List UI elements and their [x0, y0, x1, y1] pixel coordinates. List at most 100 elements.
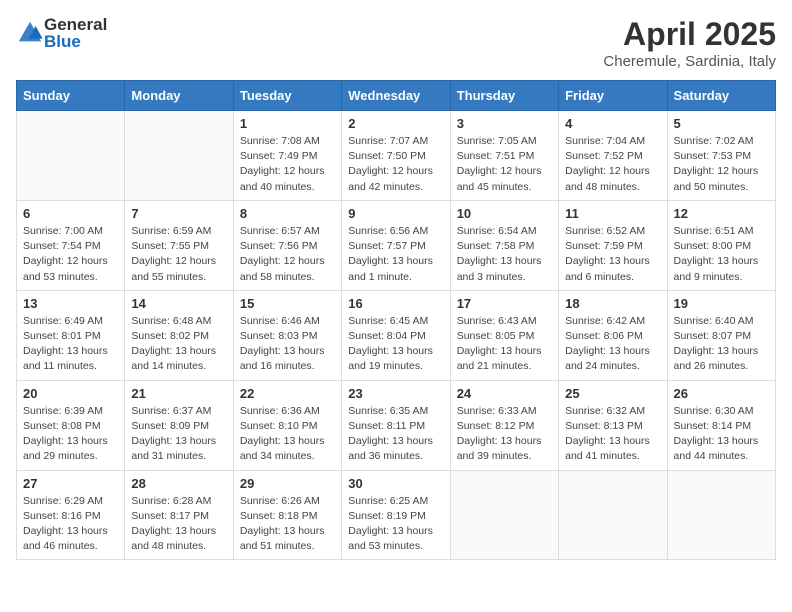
- day-info: Sunrise: 6:40 AM Sunset: 8:07 PM Dayligh…: [674, 314, 769, 375]
- calendar-cell: 17 Sunrise: 6:43 AM Sunset: 8:05 PM Dayli…: [450, 290, 558, 380]
- calendar-week-row: 27 Sunrise: 6:29 AM Sunset: 8:16 PM Dayli…: [17, 470, 776, 560]
- day-info: Sunrise: 6:57 AM Sunset: 7:56 PM Dayligh…: [240, 224, 335, 285]
- day-info: Sunrise: 6:37 AM Sunset: 8:09 PM Dayligh…: [131, 404, 226, 465]
- calendar-cell: 20Sunrise: 6:39 AM Sunset: 8:08 PM Dayli…: [17, 380, 125, 470]
- calendar-cell: 9 Sunrise: 6:56 AM Sunset: 7:57 PM Daylig…: [342, 200, 450, 290]
- day-info: Sunrise: 6:28 AM Sunset: 8:17 PM Dayligh…: [131, 494, 226, 555]
- day-number: 5: [674, 116, 769, 131]
- title-area: April 2025 Cheremule, Sardinia, Italy: [603, 16, 776, 70]
- day-info: Sunrise: 6:51 AM Sunset: 8:00 PM Dayligh…: [674, 224, 769, 285]
- day-number: 30: [348, 476, 443, 491]
- calendar-week-row: 20Sunrise: 6:39 AM Sunset: 8:08 PM Dayli…: [17, 380, 776, 470]
- day-info: Sunrise: 6:35 AM Sunset: 8:11 PM Dayligh…: [348, 404, 443, 465]
- day-number: 21: [131, 386, 226, 401]
- calendar-cell: 29 Sunrise: 6:26 AM Sunset: 8:18 PM Dayli…: [233, 470, 341, 560]
- day-number: 4: [565, 116, 660, 131]
- day-number: 13: [23, 296, 118, 311]
- day-number: 1: [240, 116, 335, 131]
- logo-blue-text: Blue: [44, 33, 107, 50]
- calendar-cell: 15Sunrise: 6:46 AM Sunset: 8:03 PM Dayli…: [233, 290, 341, 380]
- weekday-header: Tuesday: [233, 81, 341, 111]
- weekday-header: Monday: [125, 81, 233, 111]
- day-number: 18: [565, 296, 660, 311]
- day-info: Sunrise: 6:32 AM Sunset: 8:13 PM Dayligh…: [565, 404, 660, 465]
- calendar-cell: 22 Sunrise: 6:36 AM Sunset: 8:10 PM Dayli…: [233, 380, 341, 470]
- day-info: Sunrise: 6:25 AM Sunset: 8:19 PM Dayligh…: [348, 494, 443, 555]
- day-info: Sunrise: 6:26 AM Sunset: 8:18 PM Dayligh…: [240, 494, 335, 555]
- calendar-cell: 11 Sunrise: 6:52 AM Sunset: 7:59 PM Dayli…: [559, 200, 667, 290]
- weekday-header: Thursday: [450, 81, 558, 111]
- day-number: 28: [131, 476, 226, 491]
- calendar-cell: 25Sunrise: 6:32 AM Sunset: 8:13 PM Dayli…: [559, 380, 667, 470]
- day-info: Sunrise: 6:30 AM Sunset: 8:14 PM Dayligh…: [674, 404, 769, 465]
- weekday-header: Friday: [559, 81, 667, 111]
- calendar-cell: 26Sunrise: 6:30 AM Sunset: 8:14 PM Dayli…: [667, 380, 775, 470]
- day-number: 16: [348, 296, 443, 311]
- day-number: 23: [348, 386, 443, 401]
- calendar-cell: 4 Sunrise: 7:04 AM Sunset: 7:52 PM Daylig…: [559, 111, 667, 201]
- day-number: 12: [674, 206, 769, 221]
- day-number: 17: [457, 296, 552, 311]
- day-info: Sunrise: 6:52 AM Sunset: 7:59 PM Dayligh…: [565, 224, 660, 285]
- day-info: Sunrise: 7:00 AM Sunset: 7:54 PM Dayligh…: [23, 224, 118, 285]
- calendar-cell: 18 Sunrise: 6:42 AM Sunset: 8:06 PM Dayli…: [559, 290, 667, 380]
- calendar-cell: 19 Sunrise: 6:40 AM Sunset: 8:07 PM Dayli…: [667, 290, 775, 380]
- month-title: April 2025: [603, 16, 776, 53]
- logo-icon: [16, 19, 44, 47]
- day-number: 7: [131, 206, 226, 221]
- calendar-cell: 14 Sunrise: 6:48 AM Sunset: 8:02 PM Dayli…: [125, 290, 233, 380]
- day-info: Sunrise: 6:48 AM Sunset: 8:02 PM Dayligh…: [131, 314, 226, 375]
- day-number: 11: [565, 206, 660, 221]
- calendar-week-row: 1 Sunrise: 7:08 AM Sunset: 7:49 PM Daylig…: [17, 111, 776, 201]
- day-info: Sunrise: 7:08 AM Sunset: 7:49 PM Dayligh…: [240, 134, 335, 195]
- day-info: Sunrise: 7:04 AM Sunset: 7:52 PM Dayligh…: [565, 134, 660, 195]
- day-number: 24: [457, 386, 552, 401]
- calendar-cell: [450, 470, 558, 560]
- day-number: 2: [348, 116, 443, 131]
- day-info: Sunrise: 6:36 AM Sunset: 8:10 PM Dayligh…: [240, 404, 335, 465]
- day-info: Sunrise: 7:07 AM Sunset: 7:50 PM Dayligh…: [348, 134, 443, 195]
- calendar-cell: 3 Sunrise: 7:05 AM Sunset: 7:51 PM Daylig…: [450, 111, 558, 201]
- calendar-cell: [667, 470, 775, 560]
- calendar-cell: 5 Sunrise: 7:02 AM Sunset: 7:53 PM Daylig…: [667, 111, 775, 201]
- day-number: 19: [674, 296, 769, 311]
- day-info: Sunrise: 6:49 AM Sunset: 8:01 PM Dayligh…: [23, 314, 118, 375]
- calendar-cell: 28 Sunrise: 6:28 AM Sunset: 8:17 PM Dayli…: [125, 470, 233, 560]
- calendar-cell: 23 Sunrise: 6:35 AM Sunset: 8:11 PM Dayli…: [342, 380, 450, 470]
- calendar-cell: 27 Sunrise: 6:29 AM Sunset: 8:16 PM Dayli…: [17, 470, 125, 560]
- day-info: Sunrise: 6:39 AM Sunset: 8:08 PM Dayligh…: [23, 404, 118, 465]
- day-info: Sunrise: 6:54 AM Sunset: 7:58 PM Dayligh…: [457, 224, 552, 285]
- calendar-week-row: 13 Sunrise: 6:49 AM Sunset: 8:01 PM Dayli…: [17, 290, 776, 380]
- day-info: Sunrise: 7:05 AM Sunset: 7:51 PM Dayligh…: [457, 134, 552, 195]
- day-info: Sunrise: 6:42 AM Sunset: 8:06 PM Dayligh…: [565, 314, 660, 375]
- day-info: Sunrise: 7:02 AM Sunset: 7:53 PM Dayligh…: [674, 134, 769, 195]
- day-info: Sunrise: 6:29 AM Sunset: 8:16 PM Dayligh…: [23, 494, 118, 555]
- weekday-header: Saturday: [667, 81, 775, 111]
- day-number: 22: [240, 386, 335, 401]
- calendar-cell: 1 Sunrise: 7:08 AM Sunset: 7:49 PM Daylig…: [233, 111, 341, 201]
- day-number: 14: [131, 296, 226, 311]
- calendar-week-row: 6 Sunrise: 7:00 AM Sunset: 7:54 PM Daylig…: [17, 200, 776, 290]
- calendar-cell: 16Sunrise: 6:45 AM Sunset: 8:04 PM Dayli…: [342, 290, 450, 380]
- calendar-cell: 21 Sunrise: 6:37 AM Sunset: 8:09 PM Dayli…: [125, 380, 233, 470]
- day-info: Sunrise: 6:56 AM Sunset: 7:57 PM Dayligh…: [348, 224, 443, 285]
- calendar-cell: 30 Sunrise: 6:25 AM Sunset: 8:19 PM Dayli…: [342, 470, 450, 560]
- day-number: 10: [457, 206, 552, 221]
- calendar-cell: 7 Sunrise: 6:59 AM Sunset: 7:55 PM Daylig…: [125, 200, 233, 290]
- day-number: 29: [240, 476, 335, 491]
- day-info: Sunrise: 6:43 AM Sunset: 8:05 PM Dayligh…: [457, 314, 552, 375]
- calendar-cell: [559, 470, 667, 560]
- day-number: 6: [23, 206, 118, 221]
- weekday-header: Wednesday: [342, 81, 450, 111]
- day-info: Sunrise: 6:59 AM Sunset: 7:55 PM Dayligh…: [131, 224, 226, 285]
- calendar-cell: 10 Sunrise: 6:54 AM Sunset: 7:58 PM Dayli…: [450, 200, 558, 290]
- logo: General Blue: [16, 16, 107, 50]
- weekday-header: Sunday: [17, 81, 125, 111]
- day-number: 27: [23, 476, 118, 491]
- day-number: 8: [240, 206, 335, 221]
- calendar-cell: 2 Sunrise: 7:07 AM Sunset: 7:50 PM Daylig…: [342, 111, 450, 201]
- day-number: 9: [348, 206, 443, 221]
- day-number: 3: [457, 116, 552, 131]
- calendar-table: SundayMondayTuesdayWednesdayThursdayFrid…: [16, 80, 776, 560]
- day-info: Sunrise: 6:46 AM Sunset: 8:03 PM Dayligh…: [240, 314, 335, 375]
